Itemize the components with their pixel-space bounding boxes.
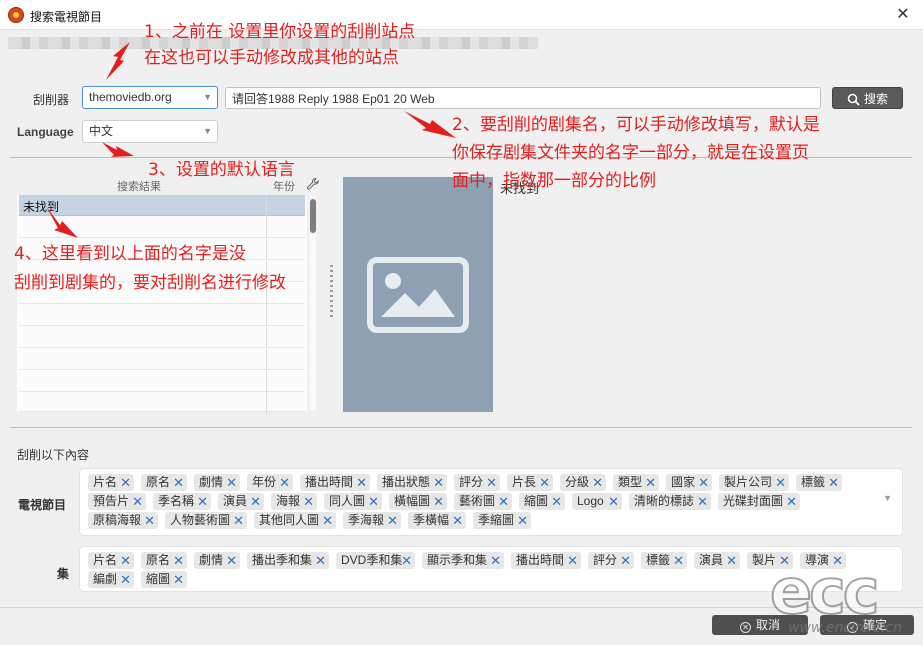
arrow-3 [102,142,134,157]
watermark-url: www.encircle.cn [788,620,902,636]
arrow-4 [46,206,78,238]
annotation-arrows [46,42,456,238]
arrow-1 [106,42,130,80]
watermark-logo: ecc [769,554,881,629]
arrow-2 [404,111,456,138]
